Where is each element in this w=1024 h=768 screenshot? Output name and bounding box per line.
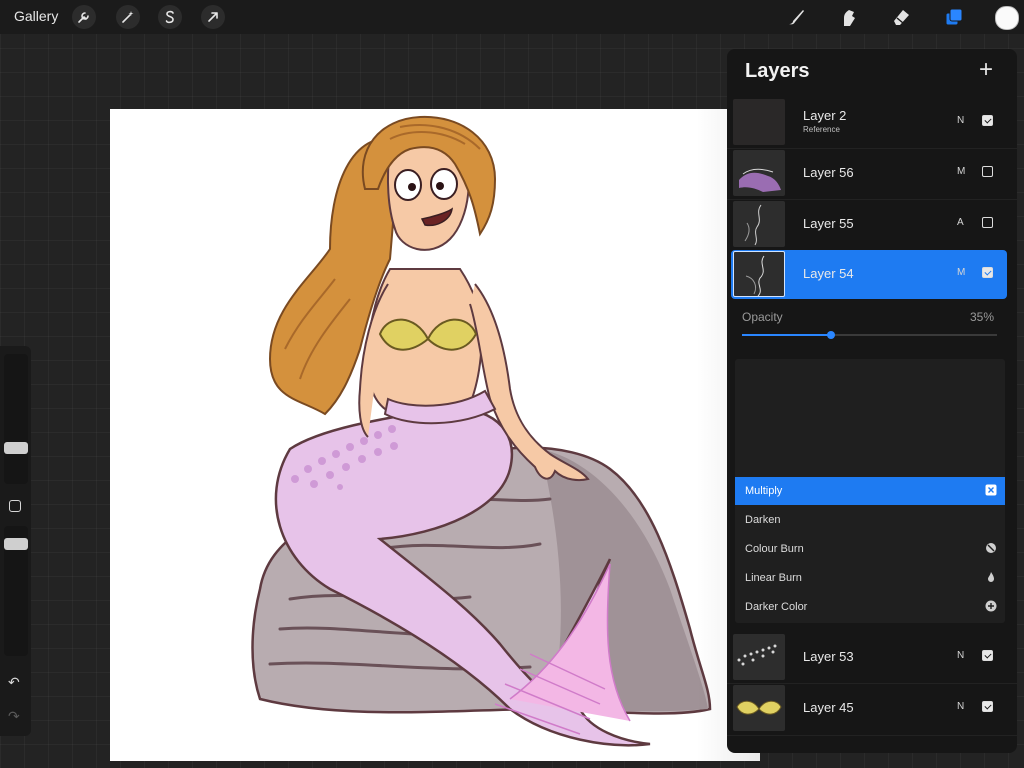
layers-panel: Layers + Layer 2 Reference N Layer 56 M … bbox=[727, 49, 1017, 753]
brush-size-slider[interactable] bbox=[4, 354, 28, 484]
layer-visibility-checkbox[interactable] bbox=[982, 650, 993, 661]
blend-mode-list: Multiply Darken Colour Burn Linear Burn … bbox=[735, 359, 1005, 623]
mermaid-illustration bbox=[251, 115, 712, 747]
opacity-slider[interactable] bbox=[742, 331, 997, 339]
layer-row[interactable]: Layer 2 Reference N bbox=[731, 98, 1007, 147]
selection-s-icon[interactable] bbox=[158, 5, 182, 29]
layer-row[interactable]: Layer 56 M bbox=[731, 149, 1007, 198]
blend-mode-label: Colour Burn bbox=[745, 543, 804, 555]
layer-visibility-checkbox[interactable] bbox=[982, 217, 993, 228]
plus-icon[interactable]: + bbox=[979, 56, 993, 84]
wrench-icon[interactable] bbox=[72, 5, 96, 29]
layer-thumbnail bbox=[733, 685, 785, 731]
opacity-knob[interactable] bbox=[827, 331, 836, 339]
blend-mode-label: Darker Color bbox=[745, 601, 808, 613]
layer-visibility-checkbox[interactable] bbox=[982, 701, 993, 712]
layer-thumbnail bbox=[733, 251, 785, 297]
blend-mode-colour-burn[interactable]: Colour Burn bbox=[735, 535, 1005, 563]
blend-mode-label: Linear Burn bbox=[745, 572, 802, 584]
magic-wand-icon[interactable] bbox=[116, 5, 140, 29]
layer-row[interactable]: Layer 53 N bbox=[731, 633, 1007, 682]
blend-mode-linear-burn[interactable]: Linear Burn bbox=[735, 564, 1005, 592]
flame-icon bbox=[985, 571, 997, 583]
layer-name: Layer 2 bbox=[803, 108, 847, 123]
brush-size-thumb[interactable] bbox=[4, 442, 28, 454]
layer-subtitle: Reference bbox=[803, 125, 840, 134]
top-toolbar: Gallery bbox=[0, 0, 1024, 34]
layer-thumbnail bbox=[733, 201, 785, 247]
layer-blend-mode[interactable]: M bbox=[957, 267, 965, 278]
eraser-icon[interactable] bbox=[888, 4, 914, 30]
layer-name: Layer 55 bbox=[803, 216, 854, 231]
divider bbox=[727, 735, 1017, 736]
brush-opacity-thumb[interactable] bbox=[4, 538, 28, 550]
plus-circle-icon bbox=[985, 600, 997, 612]
multiply-icon bbox=[985, 484, 997, 496]
opacity-fill bbox=[742, 334, 832, 336]
opacity-label: Opacity bbox=[742, 310, 783, 324]
layer-name: Layer 53 bbox=[803, 649, 854, 664]
layer-name: Layer 54 bbox=[803, 266, 854, 281]
layer-visibility-checkbox[interactable] bbox=[982, 115, 993, 126]
layer-blend-mode[interactable]: N bbox=[957, 701, 964, 712]
layer-thumbnail bbox=[733, 150, 785, 196]
layer-blend-mode[interactable]: N bbox=[957, 115, 964, 126]
gallery-button[interactable]: Gallery bbox=[14, 8, 58, 24]
undo-icon[interactable]: ↶ bbox=[8, 674, 20, 691]
brush-icon[interactable] bbox=[783, 4, 809, 30]
blend-mode-label: Darken bbox=[745, 514, 781, 526]
color-swatch-button[interactable] bbox=[995, 6, 1019, 30]
moon-icon bbox=[985, 513, 997, 525]
layer-thumbnail bbox=[733, 99, 785, 145]
blend-mode-label: Multiply bbox=[745, 485, 783, 497]
layer-thumbnail bbox=[733, 634, 785, 680]
layer-blend-mode[interactable]: N bbox=[957, 650, 964, 661]
panel-title: Layers bbox=[745, 60, 810, 82]
blend-mode-multiply[interactable]: Multiply bbox=[735, 477, 1005, 505]
layers-icon[interactable] bbox=[941, 4, 967, 30]
layer-visibility-checkbox[interactable] bbox=[982, 267, 993, 278]
square-icon[interactable] bbox=[9, 500, 21, 512]
opacity-value: 35% bbox=[970, 310, 995, 324]
layer-blend-mode[interactable]: M bbox=[957, 166, 965, 177]
smudge-icon[interactable] bbox=[836, 4, 862, 30]
layer-blend-mode[interactable]: A bbox=[957, 217, 964, 228]
left-sidebar: ↶ ↷ bbox=[0, 346, 31, 736]
redo-icon[interactable]: ↷ bbox=[8, 708, 20, 725]
drawing-canvas[interactable] bbox=[110, 109, 760, 761]
blend-mode-darken[interactable]: Darken bbox=[735, 506, 1005, 534]
layer-row-selected[interactable]: Layer 54 M bbox=[731, 250, 1007, 299]
layer-visibility-checkbox[interactable] bbox=[982, 166, 993, 177]
transform-arrow-icon[interactable] bbox=[201, 5, 225, 29]
layer-row[interactable]: Layer 45 N bbox=[731, 684, 1007, 733]
layer-name: Layer 56 bbox=[803, 165, 854, 180]
blend-mode-darker-color[interactable]: Darker Color bbox=[735, 593, 1005, 621]
colour-burn-icon bbox=[985, 542, 997, 554]
layer-row[interactable]: Layer 55 A bbox=[731, 200, 1007, 249]
layer-name: Layer 45 bbox=[803, 700, 854, 715]
